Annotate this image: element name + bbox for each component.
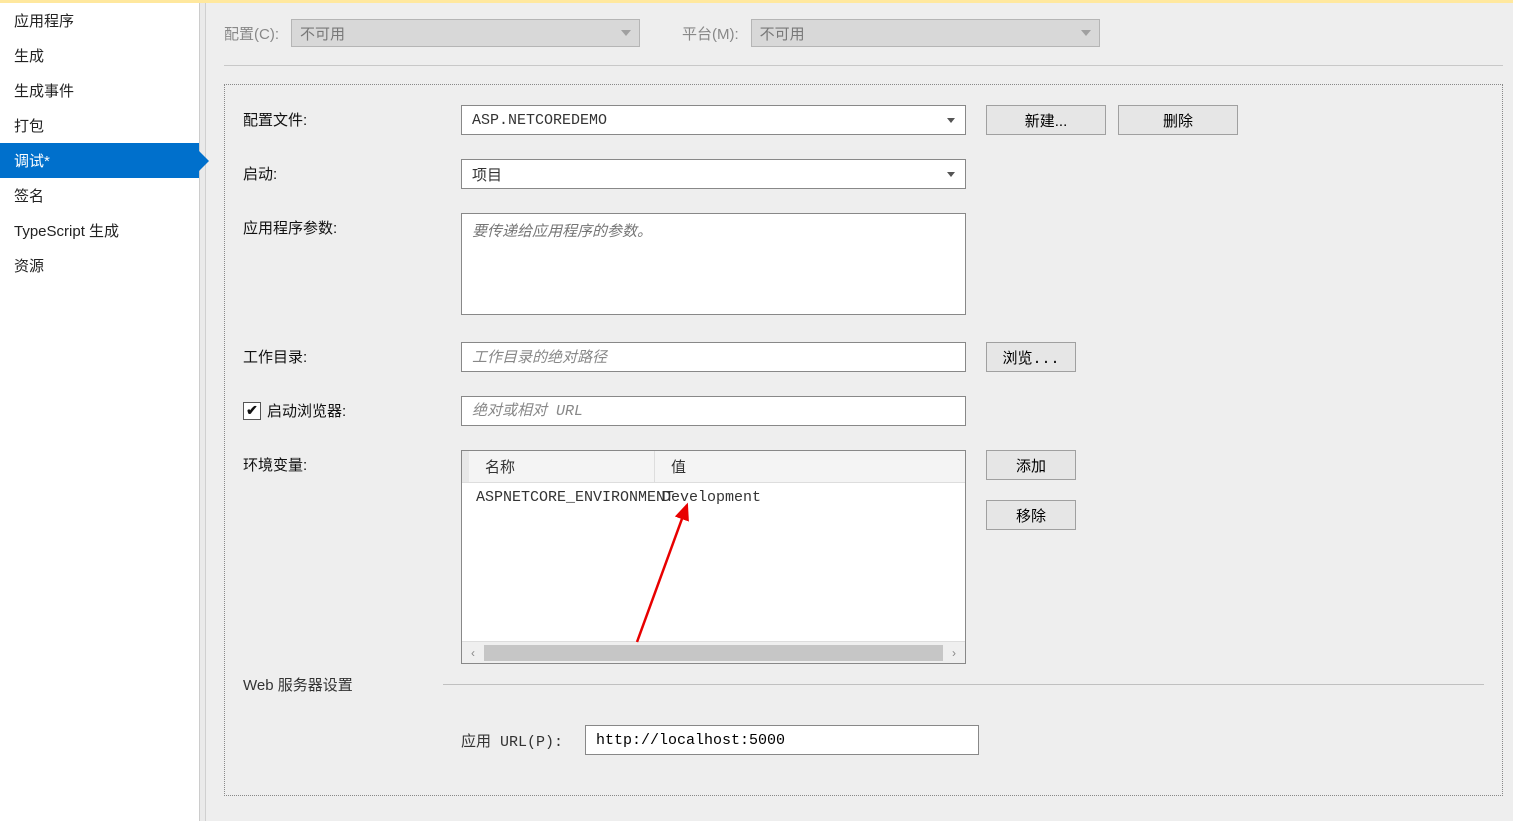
launch-value: 项目: [472, 164, 502, 185]
chevron-down-icon: [947, 118, 955, 123]
sidebar-item-build-events[interactable]: 生成事件: [0, 73, 199, 108]
platform-label: 平台(M):: [682, 23, 739, 44]
app-url-row: 应用 URL(P):: [225, 725, 1502, 755]
platform-select: 不可用: [751, 19, 1100, 47]
workdir-row: 工作目录: 浏览...: [225, 342, 1502, 372]
env-label: 环境变量:: [243, 450, 461, 475]
scroll-left-icon[interactable]: ‹: [462, 642, 484, 663]
profile-combo[interactable]: ASP.NETCOREDEMO: [461, 105, 966, 135]
sidebar-item-typescript[interactable]: TypeScript 生成: [0, 213, 199, 248]
scroll-right-icon[interactable]: ›: [943, 642, 965, 663]
divider: [443, 684, 1484, 685]
env-header-value[interactable]: 值: [655, 451, 702, 482]
env-cell-value: Development: [662, 489, 761, 506]
sidebar: 应用程序 生成 生成事件 打包 调试* 签名 TypeScript 生成 资源: [0, 3, 200, 821]
env-vars-table[interactable]: 名称 值 ASPNETCORE_ENVIRONMENT Development: [461, 450, 966, 664]
launch-browser-row: ✔ 启动浏览器:: [225, 396, 1502, 426]
launch-combo[interactable]: 项目: [461, 159, 966, 189]
env-header-name[interactable]: 名称: [462, 451, 655, 482]
launch-label: 启动:: [243, 159, 461, 184]
env-scrollbar[interactable]: ‹ ›: [462, 641, 965, 663]
main-container: 应用程序 生成 生成事件 打包 调试* 签名 TypeScript 生成 资源 …: [0, 3, 1513, 821]
workdir-input[interactable]: [461, 342, 966, 372]
add-env-button[interactable]: 添加: [986, 450, 1076, 480]
table-row[interactable]: ASPNETCORE_ENVIRONMENT Development: [462, 483, 965, 512]
profile-row: 配置文件: ASP.NETCOREDEMO 新建... 删除: [225, 105, 1502, 135]
app-url-input[interactable]: [585, 725, 979, 755]
config-platform-row: 配置(C): 不可用 平台(M): 不可用: [224, 19, 1503, 66]
chevron-down-icon: [1081, 30, 1091, 36]
sidebar-item-package[interactable]: 打包: [0, 108, 199, 143]
browse-button[interactable]: 浏览...: [986, 342, 1076, 372]
profile-label: 配置文件:: [243, 105, 461, 130]
launch-browser-input[interactable]: [461, 396, 966, 426]
sidebar-item-debug[interactable]: 调试*: [0, 143, 199, 178]
launch-browser-label: 启动浏览器:: [267, 400, 346, 421]
app-url-label: 应用 URL(P):: [461, 730, 585, 751]
args-textarea[interactable]: [461, 213, 966, 315]
platform-value: 不可用: [760, 23, 805, 44]
profile-value: ASP.NETCOREDEMO: [472, 112, 607, 129]
remove-env-button[interactable]: 移除: [986, 500, 1076, 530]
env-cell-name: ASPNETCORE_ENVIRONMENT: [462, 489, 662, 506]
chevron-down-icon: [947, 172, 955, 177]
config-select: 不可用: [291, 19, 640, 47]
webserver-section-header: Web 服务器设置: [225, 674, 1502, 695]
sidebar-item-resources[interactable]: 资源: [0, 248, 199, 283]
settings-panel: 配置文件: ASP.NETCOREDEMO 新建... 删除 启动: 项目: [224, 84, 1503, 796]
main-panel: 配置(C): 不可用 平台(M): 不可用 配置文件: ASP.NETCORED…: [206, 3, 1513, 821]
scroll-track[interactable]: [484, 645, 943, 661]
sidebar-item-build[interactable]: 生成: [0, 38, 199, 73]
sidebar-item-signing[interactable]: 签名: [0, 178, 199, 213]
annotation-arrow-icon: [627, 497, 697, 647]
chevron-down-icon: [621, 30, 631, 36]
webserver-label: Web 服务器设置: [225, 674, 443, 695]
new-profile-button[interactable]: 新建...: [986, 105, 1106, 135]
sidebar-item-application[interactable]: 应用程序: [0, 3, 199, 38]
env-row: 环境变量: 名称 值 ASPNETCORE_ENVIRONMENT Develo…: [225, 450, 1502, 664]
config-value: 不可用: [300, 23, 345, 44]
env-body: ASPNETCORE_ENVIRONMENT Development: [462, 483, 965, 641]
args-label: 应用程序参数:: [243, 213, 461, 238]
delete-profile-button[interactable]: 删除: [1118, 105, 1238, 135]
launch-row: 启动: 项目: [225, 159, 1502, 189]
config-label: 配置(C):: [224, 23, 279, 44]
workdir-label: 工作目录:: [243, 342, 461, 367]
args-row: 应用程序参数:: [225, 213, 1502, 318]
launch-browser-checkbox[interactable]: ✔: [243, 402, 261, 420]
env-header: 名称 值: [462, 451, 965, 483]
